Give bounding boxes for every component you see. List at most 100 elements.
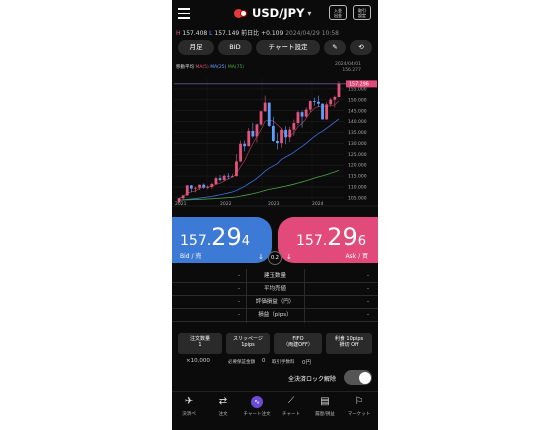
app-screen: USD/JPY ▾ 入金 出金 取引 設定 H 157.408 L 157.14…	[172, 0, 378, 430]
order-qty-button[interactable]: 注文数量 1	[178, 333, 222, 354]
market-icon: ⚐	[354, 396, 364, 407]
candle-body	[276, 140, 279, 144]
plane-icon: ✈	[184, 396, 194, 407]
info-row: - 損益（pips） -	[172, 309, 378, 322]
low-price: 157.149	[214, 30, 240, 37]
flag-icon	[234, 8, 248, 18]
candle-body	[255, 124, 259, 137]
lock-label: 全決済ロック解除	[288, 376, 337, 383]
candle-body	[202, 184, 206, 188]
y-tick-label: 135.000	[348, 130, 367, 136]
margin-label: 必要保証金額	[228, 360, 255, 365]
swap-icon: ⇄	[218, 396, 228, 407]
arrow-down-icon: ↓	[286, 253, 292, 261]
x-tick-label: 2023	[268, 202, 280, 207]
candle-body	[251, 130, 255, 137]
change-label: 前日比	[241, 30, 260, 37]
nav-item-chart[interactable]: ⟋ チャート	[274, 392, 308, 417]
candle-body	[304, 109, 308, 117]
candle-body	[317, 101, 320, 104]
chart-settings-button[interactable]: チャート設定	[256, 40, 320, 55]
menu-icon[interactable]	[178, 8, 190, 19]
deposit-button[interactable]: 入金 出金	[329, 5, 347, 20]
info-row: - 平均売値 -	[172, 283, 378, 296]
candle-body	[292, 123, 296, 130]
nav-item-settle[interactable]: ✈ 決済ペ	[172, 392, 206, 417]
candle-body	[329, 99, 333, 105]
fifo-button[interactable]: FIFO （両建OFF）	[274, 333, 322, 354]
x-tick-label: 2021	[175, 202, 187, 207]
y-tick-label: 115.000	[348, 174, 367, 180]
quote-bar: H 157.408 L 157.149 前日比 +0.109 2024/04/2…	[176, 30, 339, 37]
history-icon: ▤	[320, 396, 330, 407]
candle-body	[267, 102, 271, 126]
candle-body	[243, 143, 247, 147]
candle-body	[206, 186, 210, 188]
profit-loss-button[interactable]: 利食 10pips 損切 Off	[326, 333, 372, 354]
y-tick-label: 120.000	[348, 163, 367, 169]
candle-body	[222, 175, 226, 180]
nav-item-chart-order[interactable]: ∿ チャート注文	[240, 392, 274, 417]
candle-body	[259, 111, 263, 125]
pencil-icon[interactable]: ✎	[324, 40, 346, 55]
nav-item-history[interactable]: ▤ 履歴/損益	[308, 392, 342, 417]
ma-legend: 移動平均 MA(5) MA(25) MA(75)	[176, 65, 245, 70]
candle-body	[280, 129, 283, 144]
candle-body	[263, 102, 267, 112]
candle-body	[218, 178, 222, 180]
candle-body	[325, 104, 329, 120]
chart-toolbar: 月足 BID チャート設定 ✎ ⟲	[172, 40, 378, 56]
candle-body	[214, 178, 218, 185]
candle-body	[198, 184, 201, 188]
nav-item-order[interactable]: ⇄ 注文	[206, 392, 240, 417]
price-chart[interactable]: 155.000150.000145.000140.000135.000130.0…	[172, 60, 378, 210]
arrow-down-icon: ↓	[258, 253, 264, 261]
lock-toggle[interactable]	[344, 370, 372, 385]
fee-value: 0円	[302, 360, 311, 366]
ma25-line	[179, 118, 340, 201]
y-tick-label: 145.000	[348, 108, 367, 114]
y-tick-label: 110.000	[348, 185, 367, 191]
ma5-line	[178, 100, 340, 199]
sell-button[interactable]: 157.294 Bid / 売 ↓	[172, 217, 272, 263]
margin-value: 0	[262, 358, 266, 364]
candle-body	[321, 103, 324, 120]
candle-body	[230, 176, 234, 177]
candle-body	[308, 101, 312, 110]
candle-body	[210, 184, 214, 187]
x-tick-label: 2022	[220, 202, 232, 207]
candle-body	[181, 195, 185, 199]
nav-item-market[interactable]: ⚐ マーケット	[342, 392, 376, 417]
bid-ask-button[interactable]: BID	[218, 40, 252, 55]
candle-body	[271, 125, 275, 141]
y-tick-label: 130.000	[348, 141, 367, 147]
candle-body	[296, 112, 300, 124]
info-row: - 評価損益（円） -	[172, 296, 378, 309]
candle-body	[337, 83, 341, 97]
candle-body	[312, 101, 316, 102]
candle-body	[247, 130, 251, 147]
spread-badge: 0.2	[268, 251, 282, 265]
slippage-button[interactable]: スリッページ 1pips	[226, 333, 270, 354]
candle-body	[239, 143, 242, 162]
ask-label: Ask / 買	[345, 253, 368, 260]
info-row: - 建玉数量 -	[172, 270, 378, 283]
trade-settings-button[interactable]: 取引 設定	[353, 5, 371, 20]
period-button[interactable]: 月足	[178, 40, 214, 55]
bottom-nav: ✈ 決済ペ ⇄ 注文 ∿ チャート注文 ⟋ チャート ▤ 履歴/損益 ⚐ マーケット	[172, 391, 378, 430]
bid-label: Bid / 売	[180, 253, 202, 260]
chevron-down-icon: ▾	[307, 8, 312, 18]
high-price: 157.408	[182, 30, 208, 37]
y-tick-label: 150.000	[348, 97, 367, 103]
y-tick-label: 140.000	[348, 119, 367, 125]
ohlc-readout: 2024/04/01 156.277	[335, 62, 361, 73]
candle-body	[185, 185, 189, 196]
buy-button[interactable]: 157.296 ↓ Ask / 買	[278, 217, 378, 263]
candle-body	[284, 129, 288, 138]
candle-body	[300, 112, 304, 117]
chart-order-icon: ∿	[251, 396, 263, 408]
chart-icon: ⟋	[287, 396, 295, 406]
x-tick-label: 2024	[312, 202, 324, 207]
currency-pair-selector[interactable]: USD/JPY ▾	[234, 6, 311, 20]
rotate-icon[interactable]: ⟲	[350, 40, 372, 55]
